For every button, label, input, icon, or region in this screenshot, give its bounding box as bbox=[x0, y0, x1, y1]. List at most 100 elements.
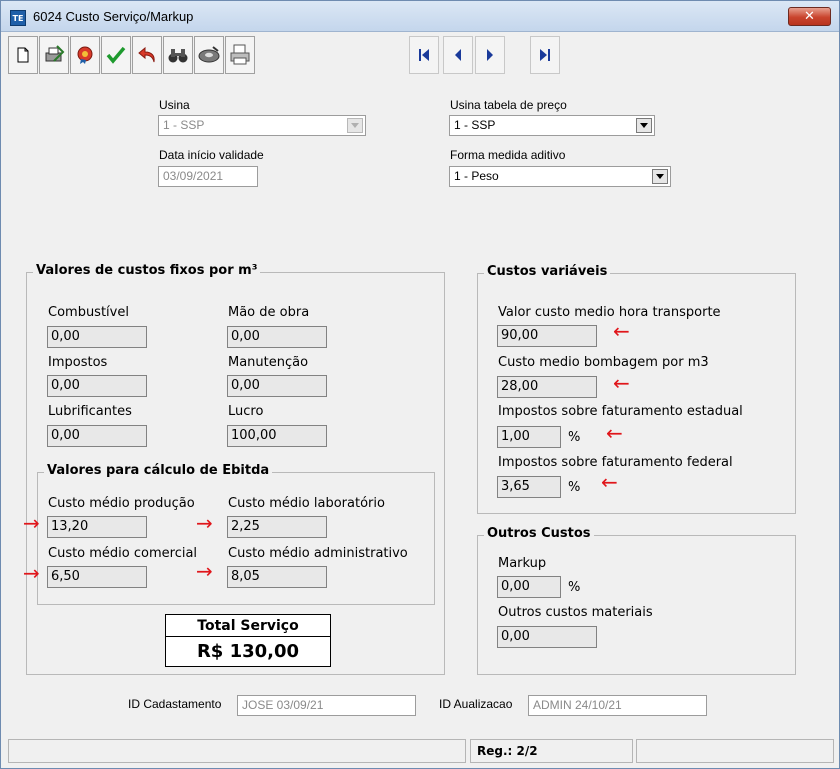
forma-medida-value: 1 - Peso bbox=[454, 169, 499, 183]
outros-custos-title: Outros Custos bbox=[484, 526, 594, 541]
lubrificantes-field[interactable]: 0,00 bbox=[47, 425, 147, 447]
producao-label: Custo médio produção bbox=[48, 496, 195, 511]
estadual-label: Impostos sobre faturamento estadual bbox=[498, 404, 743, 419]
ribbon-icon bbox=[77, 46, 93, 64]
annotation-arrow-icon: ← bbox=[601, 470, 618, 494]
print-setup-icon bbox=[45, 45, 65, 62]
markup-field[interactable]: 0,00 bbox=[497, 576, 561, 598]
producao-field[interactable]: 13,20 bbox=[47, 516, 147, 538]
previous-record-icon bbox=[455, 49, 461, 61]
title-bar: TE 6024 Custo Serviço/Markup ✕ bbox=[1, 1, 839, 32]
laboratorio-label: Custo médio laboratório bbox=[228, 496, 385, 511]
disk-button[interactable] bbox=[194, 36, 224, 74]
annotation-arrow-icon: → bbox=[23, 561, 40, 585]
total-servico-value: R$ 130,00 bbox=[196, 641, 300, 662]
close-button[interactable]: ✕ bbox=[788, 7, 831, 26]
manutencao-label: Manutenção bbox=[228, 355, 309, 370]
comercial-label: Custo médio comercial bbox=[48, 546, 198, 561]
usina-tabela-label: Usina tabela de preço bbox=[450, 98, 567, 112]
usina-dropdown-icon[interactable] bbox=[347, 118, 363, 133]
id-cadastro-label: ID Cadastamento bbox=[128, 697, 222, 711]
combustivel-label: Combustível bbox=[48, 305, 129, 320]
data-inicio-label: Data início validade bbox=[159, 148, 264, 162]
annotation-arrow-icon: → bbox=[196, 559, 213, 583]
total-servico-box: Total Serviço R$ 130,00 bbox=[165, 614, 331, 667]
usina-select[interactable]: 1 - SSP bbox=[158, 115, 366, 136]
impostos-field[interactable]: 0,00 bbox=[47, 375, 147, 397]
toolbar bbox=[8, 36, 834, 77]
custos-fixos-title: Valores de custos fixos por m³ bbox=[33, 263, 261, 278]
printer-icon bbox=[230, 44, 250, 65]
hora-transporte-label: Valor custo medio hora transporte bbox=[498, 305, 721, 320]
status-panel-left bbox=[8, 739, 466, 763]
estadual-percent: % bbox=[568, 430, 581, 445]
custos-variaveis-title: Custos variáveis bbox=[484, 264, 611, 279]
next-record-button[interactable] bbox=[475, 36, 505, 74]
confirm-icon bbox=[106, 46, 126, 64]
find-button[interactable] bbox=[163, 36, 193, 74]
first-record-icon bbox=[419, 49, 429, 61]
bombagem-field[interactable]: 28,00 bbox=[497, 376, 597, 398]
impostos-label: Impostos bbox=[48, 355, 108, 370]
print-setup-button[interactable] bbox=[39, 36, 69, 74]
mao-obra-field[interactable]: 0,00 bbox=[227, 326, 327, 348]
federal-percent: % bbox=[568, 480, 581, 495]
next-record-icon bbox=[487, 49, 493, 61]
annotation-arrow-icon: → bbox=[196, 511, 213, 535]
last-record-icon bbox=[540, 49, 550, 61]
materiais-label: Outros custos materiais bbox=[498, 605, 653, 620]
confirm-button[interactable] bbox=[101, 36, 131, 74]
markup-percent: % bbox=[568, 580, 581, 595]
usina-label: Usina bbox=[159, 98, 190, 112]
id-cadastro-field[interactable]: JOSE 03/09/21 bbox=[237, 695, 416, 716]
annotation-arrow-icon: ← bbox=[613, 371, 630, 395]
administrativo-field[interactable]: 8,05 bbox=[227, 566, 327, 588]
undo-icon bbox=[138, 46, 155, 63]
print-button[interactable] bbox=[225, 36, 255, 74]
comercial-field[interactable]: 6,50 bbox=[47, 566, 147, 588]
federal-field[interactable]: 3,65 bbox=[497, 476, 561, 498]
lucro-field[interactable]: 100,00 bbox=[227, 425, 327, 447]
mao-obra-label: Mão de obra bbox=[228, 305, 310, 320]
first-record-button[interactable] bbox=[409, 36, 439, 74]
markup-label: Markup bbox=[498, 556, 547, 571]
forma-medida-dropdown-icon[interactable] bbox=[652, 169, 668, 184]
hora-transporte-field[interactable]: 90,00 bbox=[497, 325, 597, 347]
disk-icon bbox=[198, 46, 220, 63]
record-counter: Reg.: 2/2 bbox=[470, 739, 633, 763]
manutencao-field[interactable]: 0,00 bbox=[227, 375, 327, 397]
previous-record-button[interactable] bbox=[443, 36, 473, 74]
usina-tabela-select[interactable]: 1 - SSP bbox=[449, 115, 655, 136]
binoculars-icon bbox=[168, 49, 188, 63]
combustivel-field[interactable]: 0,00 bbox=[47, 326, 147, 348]
usina-tabela-value: 1 - SSP bbox=[454, 118, 496, 132]
total-servico-title: Total Serviço bbox=[166, 615, 330, 637]
app-icon: TE bbox=[10, 10, 26, 26]
estadual-field[interactable]: 1,00 bbox=[497, 426, 561, 448]
annotation-arrow-icon: ← bbox=[613, 319, 630, 343]
new-document-button[interactable] bbox=[8, 36, 38, 74]
ebitda-title: Valores para cálculo de Ebitda bbox=[44, 463, 273, 478]
id-atualizacao-field[interactable]: ADMIN 24/10/21 bbox=[528, 695, 707, 716]
laboratorio-field[interactable]: 2,25 bbox=[227, 516, 327, 538]
annotation-arrow-icon: → bbox=[23, 511, 40, 535]
usina-tabela-dropdown-icon[interactable] bbox=[636, 118, 652, 133]
lubrificantes-label: Lubrificantes bbox=[48, 404, 132, 419]
window-title: 6024 Custo Serviço/Markup bbox=[33, 9, 194, 24]
forma-medida-select[interactable]: 1 - Peso bbox=[449, 166, 671, 187]
administrativo-label: Custo médio administrativo bbox=[228, 546, 408, 561]
main-window: TE 6024 Custo Serviço/Markup ✕ Usina 1 -… bbox=[0, 0, 840, 769]
data-inicio-field[interactable]: 03/09/2021 bbox=[158, 166, 258, 187]
new-document-icon bbox=[17, 47, 29, 63]
materiais-field[interactable]: 0,00 bbox=[497, 626, 597, 648]
annotation-arrow-icon: ← bbox=[606, 421, 623, 445]
forma-medida-label: Forma medida aditivo bbox=[450, 148, 566, 162]
undo-button[interactable] bbox=[132, 36, 162, 74]
usina-value: 1 - SSP bbox=[163, 118, 205, 132]
federal-label: Impostos sobre faturamento federal bbox=[498, 455, 733, 470]
last-record-button[interactable] bbox=[530, 36, 560, 74]
ribbon-button[interactable] bbox=[70, 36, 100, 74]
bombagem-label: Custo medio bombagem por m3 bbox=[498, 355, 709, 370]
status-panel-right bbox=[636, 739, 834, 763]
lucro-label: Lucro bbox=[228, 404, 264, 419]
